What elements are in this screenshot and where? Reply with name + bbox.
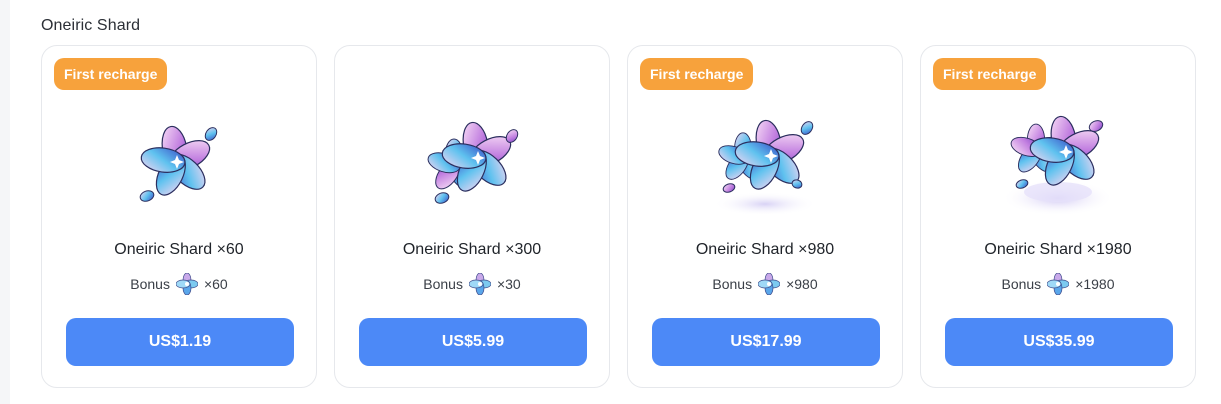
product-title: Oneiric Shard ×60 — [114, 241, 244, 258]
bonus-amount: ×980 — [786, 276, 818, 292]
first-recharge-badge: First recharge — [933, 58, 1047, 90]
buy-button[interactable]: US$5.99 — [359, 318, 587, 366]
product-card-980[interactable]: First recharge Oneiric Shard ×980 Bonus … — [627, 45, 903, 388]
oneiric-shard-heap-icon — [1002, 115, 1114, 214]
oneiric-shard-pile-icon — [713, 119, 817, 214]
buy-button[interactable]: US$35.99 — [945, 318, 1173, 366]
oneiric-shard-small-icon — [139, 125, 218, 202]
bonus-row: Bonus ×60 — [42, 273, 316, 295]
bonus-amount: ×60 — [203, 276, 228, 292]
bonus-amount: ×30 — [496, 276, 521, 292]
bonus-label: Bonus — [1001, 276, 1042, 292]
oneiric-shard-mini-icon — [758, 273, 781, 295]
section-title: Oneiric Shard — [41, 17, 141, 34]
oneiric-shard-cluster-icon — [427, 121, 519, 204]
left-gutter — [0, 0, 10, 404]
bonus-label: Bonus — [130, 276, 170, 292]
bonus-label: Bonus — [712, 276, 753, 292]
bonus-row: Bonus ×30 — [335, 273, 609, 295]
oneiric-shard-mini-icon — [175, 273, 198, 295]
bonus-amount: ×1980 — [1075, 276, 1115, 292]
bonus-row: Bonus ×980 — [628, 273, 902, 295]
buy-button[interactable]: US$1.19 — [66, 318, 294, 366]
product-title: Oneiric Shard ×1980 — [984, 241, 1132, 258]
product-title: Oneiric Shard ×300 — [402, 241, 542, 258]
bonus-row: Bonus ×1980 — [921, 273, 1195, 295]
product-list: First recharge Oneiric Shard ×60 Bonus ×… — [41, 45, 1196, 388]
oneiric-shard-mini-icon — [468, 273, 491, 295]
product-title: Oneiric Shard ×980 — [695, 241, 835, 258]
product-card-300[interactable]: Oneiric Shard ×300 Bonus ×30 US$5.99 — [334, 45, 610, 388]
first-recharge-badge: First recharge — [54, 58, 168, 90]
first-recharge-badge: First recharge — [640, 58, 754, 90]
bonus-label: Bonus — [423, 276, 463, 292]
oneiric-shard-mini-icon — [1047, 273, 1070, 295]
product-card-60[interactable]: First recharge Oneiric Shard ×60 Bonus ×… — [41, 45, 317, 388]
buy-button[interactable]: US$17.99 — [652, 318, 880, 366]
product-card-1980[interactable]: First recharge Oneiric Shard ×1980 Bonus… — [920, 45, 1196, 388]
